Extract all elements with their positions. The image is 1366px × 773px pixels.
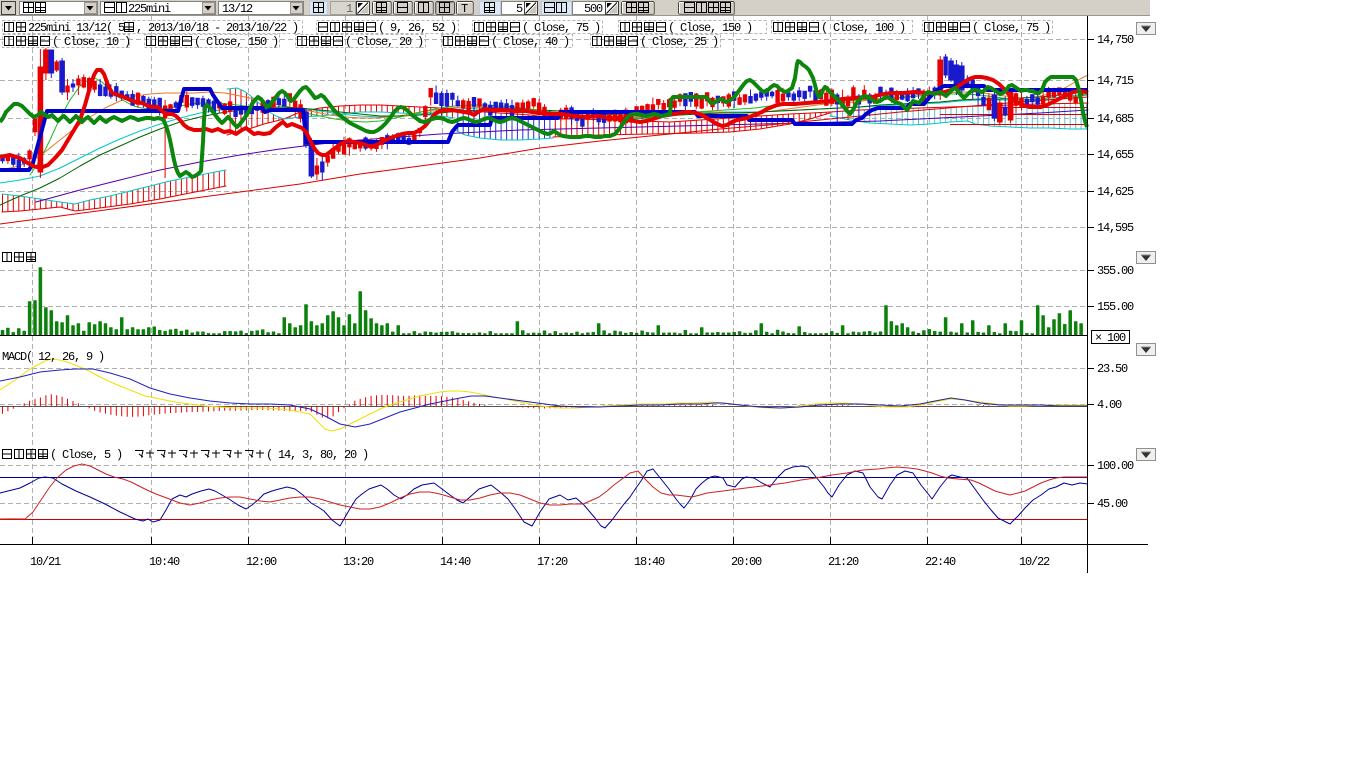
svg-text:14,685: 14,685 xyxy=(1097,112,1134,126)
svg-text:( 9, 26, 52 ): ( 9, 26, 52 ) xyxy=(378,21,456,35)
svg-text:14:40: 14:40 xyxy=(440,555,471,569)
svg-text:12:00: 12:00 xyxy=(246,555,277,569)
svg-text:1: 1 xyxy=(346,2,353,16)
svg-text:10/21: 10/21 xyxy=(30,555,61,569)
svg-text:( Close, 5 ): ( Close, 5 ) xyxy=(50,448,122,462)
svg-text:14,750: 14,750 xyxy=(1097,33,1134,47)
svg-text:( Close, 20 ): ( Close, 20 ) xyxy=(345,35,423,49)
svg-text:10:40: 10:40 xyxy=(149,555,180,569)
svg-text:13/12: 13/12 xyxy=(222,2,253,16)
svg-text:5: 5 xyxy=(516,2,523,16)
svg-text:× 100: × 100 xyxy=(1095,331,1126,345)
svg-text:355.00: 355.00 xyxy=(1097,264,1134,278)
svg-text:100.00: 100.00 xyxy=(1097,459,1134,473)
svg-text:14,715: 14,715 xyxy=(1097,74,1134,88)
svg-text:225mini 13/12( 5: 225mini 13/12( 5 xyxy=(28,21,125,35)
svg-text:14,595: 14,595 xyxy=(1097,221,1134,235)
svg-text:, 2013/10/18 - 2013/10/22 ): , 2013/10/18 - 2013/10/22 ) xyxy=(136,21,298,35)
svg-text:500: 500 xyxy=(584,2,603,16)
svg-text:MACD( 12, 26, 9 ): MACD( 12, 26, 9 ) xyxy=(2,350,104,364)
svg-text:21:20: 21:20 xyxy=(828,555,859,569)
svg-text:( Close, 10 ): ( Close, 10 ) xyxy=(52,35,130,49)
svg-text:( 14, 3, 80, 20 ): ( 14, 3, 80, 20 ) xyxy=(266,448,368,462)
svg-text:( Close, 150 ): ( Close, 150 ) xyxy=(668,21,752,35)
svg-text:22:40: 22:40 xyxy=(925,555,956,569)
svg-text:( Close, 100 ): ( Close, 100 ) xyxy=(821,21,905,35)
svg-text:225mini: 225mini xyxy=(128,2,171,16)
svg-text:155.00: 155.00 xyxy=(1097,300,1134,314)
svg-text:18:40: 18:40 xyxy=(634,555,665,569)
svg-text:23.50: 23.50 xyxy=(1097,362,1128,376)
svg-text:( Close, 75 ): ( Close, 75 ) xyxy=(972,21,1050,35)
svg-text:17:20: 17:20 xyxy=(537,555,568,569)
svg-text:45.00: 45.00 xyxy=(1097,497,1128,511)
svg-text:4.00: 4.00 xyxy=(1097,398,1122,412)
svg-text:10/22: 10/22 xyxy=(1019,555,1050,569)
svg-text:T: T xyxy=(461,2,468,16)
svg-text:13:20: 13:20 xyxy=(343,555,374,569)
svg-text:( Close, 150 ): ( Close, 150 ) xyxy=(194,35,278,49)
svg-text:( Close, 75 ): ( Close, 75 ) xyxy=(522,21,600,35)
svg-text:( Close, 40 ): ( Close, 40 ) xyxy=(491,35,569,49)
svg-text:20:00: 20:00 xyxy=(731,555,762,569)
svg-text:14,655: 14,655 xyxy=(1097,148,1134,162)
svg-text:14,625: 14,625 xyxy=(1097,185,1134,199)
svg-text:( Close, 25 ): ( Close, 25 ) xyxy=(640,35,718,49)
